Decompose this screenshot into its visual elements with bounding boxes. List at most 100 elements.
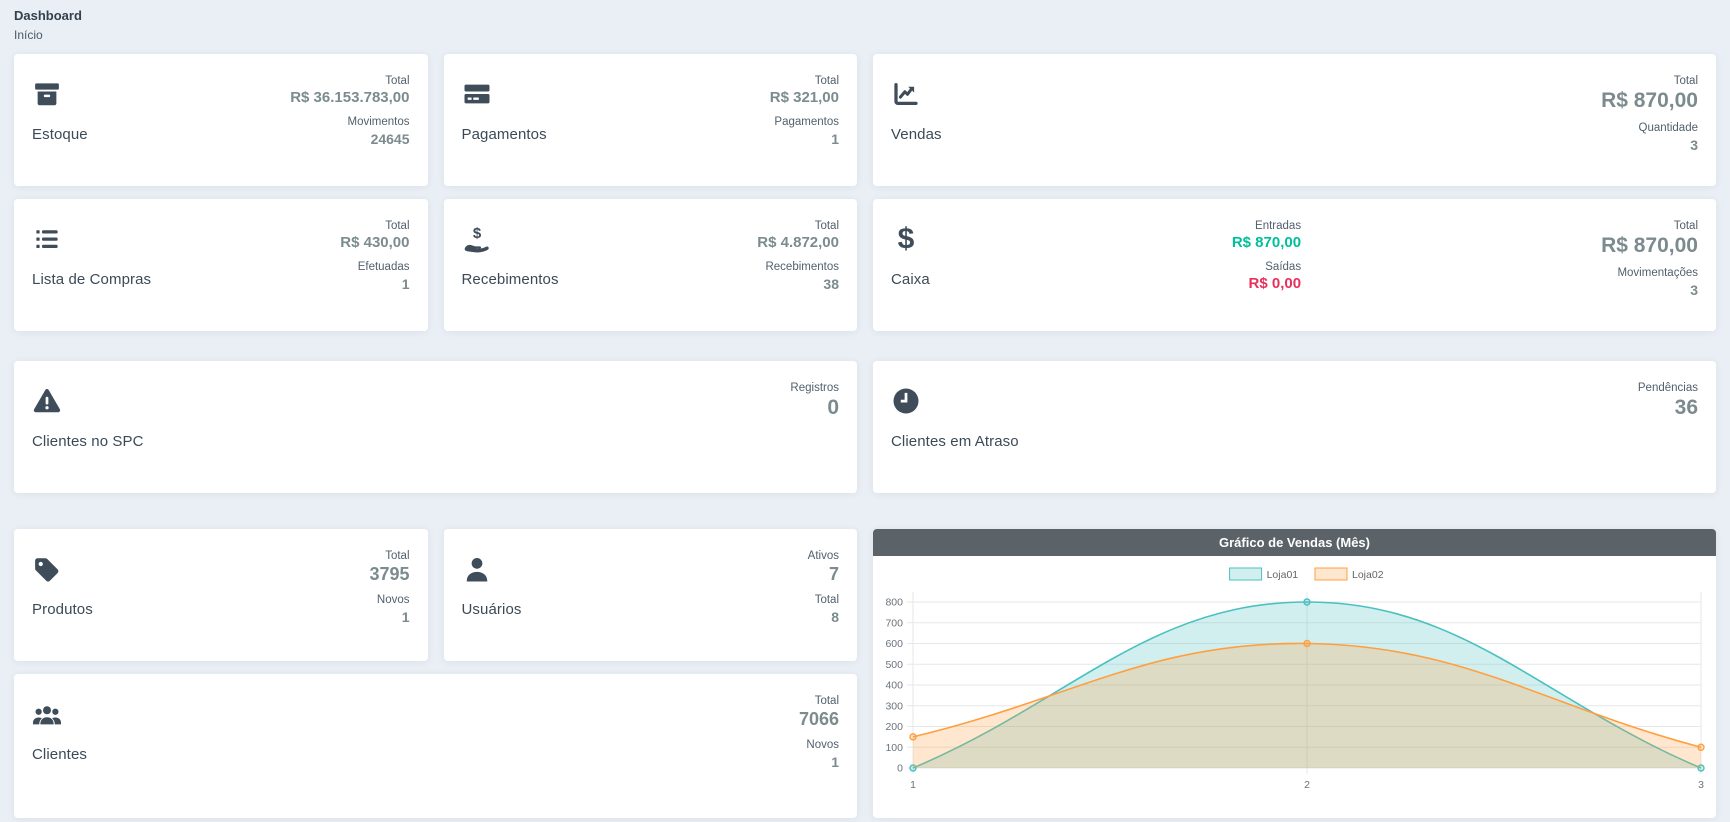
chart-line-icon bbox=[891, 79, 942, 109]
card-title: Lista de Compras bbox=[32, 271, 151, 288]
user-icon bbox=[462, 554, 522, 584]
users-group-icon bbox=[32, 699, 87, 729]
card-clientes-em-atraso: Clientes em Atraso Pendências36 bbox=[873, 361, 1716, 493]
sales-chart-canvas: 0100200300400500600700800123Loja01Loja02 bbox=[873, 556, 1716, 818]
stat-value: 7066 bbox=[799, 708, 839, 731]
card-lista-de-compras: Lista de Compras TotalR$ 430,00 Efetuada… bbox=[14, 199, 428, 331]
sales-chart: 0100200300400500600700800123Loja01Loja02 bbox=[873, 556, 1716, 818]
data-point-Loja02 bbox=[1304, 641, 1310, 647]
y-tick-label: 0 bbox=[897, 763, 903, 775]
stat-label: Registros bbox=[790, 381, 839, 395]
dollar-sign-icon: $ bbox=[891, 224, 930, 254]
stat-value: 7 bbox=[808, 563, 839, 586]
stat-label: Saídas bbox=[1232, 260, 1301, 274]
stat-value: R$ 4.872,00 bbox=[757, 233, 839, 253]
y-tick-label: 500 bbox=[885, 659, 903, 671]
svg-text:$: $ bbox=[472, 225, 481, 242]
sales-chart-title: Gráfico de Vendas (Mês) bbox=[873, 529, 1716, 556]
stats-grid-bottom: Produtos Total3795 Novos1 Usuários Ativo… bbox=[14, 529, 1716, 818]
card-clientes-no-spc: Clientes no SPC Registros0 bbox=[14, 361, 857, 493]
stats-grid-middle: Clientes no SPC Registros0 Clientes em A… bbox=[14, 361, 1716, 493]
stat-label: Total bbox=[799, 694, 839, 708]
stat-value: 1 bbox=[369, 607, 409, 627]
stat-label: Novos bbox=[369, 593, 409, 607]
tag-icon bbox=[32, 554, 93, 584]
card-title: Clientes no SPC bbox=[32, 433, 144, 450]
card-vendas: Vendas TotalR$ 870,00 Quantidade3 bbox=[873, 54, 1716, 186]
card-produtos: Produtos Total3795 Novos1 bbox=[14, 529, 428, 661]
data-point-Loja02 bbox=[1698, 744, 1704, 750]
card-title: Recebimentos bbox=[462, 271, 559, 288]
legend-swatch-Loja02[interactable] bbox=[1315, 568, 1347, 580]
y-tick-label: 300 bbox=[885, 700, 903, 712]
stat-label: Efetuadas bbox=[340, 260, 409, 274]
stat-value: R$ 321,00 bbox=[770, 88, 839, 108]
stat-value: 3 bbox=[1601, 135, 1698, 155]
card-title: Pagamentos bbox=[462, 126, 547, 143]
stat-value: 24645 bbox=[290, 129, 409, 149]
stat-label: Quantidade bbox=[1601, 121, 1698, 135]
y-tick-label: 100 bbox=[885, 742, 903, 754]
stat-label: Entradas bbox=[1232, 219, 1301, 233]
breadcrumb[interactable]: Início bbox=[14, 28, 1716, 42]
archive-box-icon bbox=[32, 79, 88, 109]
card-clientes: Clientes Total7066 Novos1 bbox=[14, 674, 857, 818]
stat-value: 1 bbox=[799, 752, 839, 772]
data-point-Loja02 bbox=[910, 734, 916, 740]
x-tick-label: 2 bbox=[1304, 779, 1310, 791]
stat-value: R$ 36.153.783,00 bbox=[290, 88, 409, 108]
stat-value: 36 bbox=[1638, 395, 1698, 421]
svg-text:$: $ bbox=[898, 224, 915, 254]
card-title: Usuários bbox=[462, 601, 522, 618]
card-title: Clientes em Atraso bbox=[891, 433, 1019, 450]
stat-value: 1 bbox=[340, 274, 409, 294]
stat-label: Total bbox=[290, 74, 409, 88]
stat-label: Total bbox=[1601, 219, 1698, 233]
stat-label: Total bbox=[808, 593, 839, 607]
x-tick-label: 1 bbox=[910, 779, 916, 791]
y-tick-label: 400 bbox=[885, 680, 903, 692]
list-icon bbox=[32, 224, 151, 254]
y-tick-label: 700 bbox=[885, 617, 903, 629]
card-estoque: Estoque TotalR$ 36.153.783,00 Movimentos… bbox=[14, 54, 428, 186]
card-title: Caixa bbox=[891, 271, 930, 288]
stat-value: 3 bbox=[1601, 280, 1698, 300]
data-point-Loja01 bbox=[1304, 599, 1310, 605]
stat-label: Total bbox=[757, 219, 839, 233]
x-tick-label: 3 bbox=[1698, 779, 1704, 791]
card-usuarios: Usuários Ativos7 Total8 bbox=[444, 529, 858, 661]
hand-holding-dollar-icon: $ bbox=[462, 224, 559, 254]
card-caixa: $ Caixa EntradasR$ 870,00 SaídasR$ 0,00 … bbox=[873, 199, 1716, 331]
stat-label: Ativos bbox=[808, 549, 839, 563]
stat-label: Movimentos bbox=[290, 115, 409, 129]
legend-swatch-Loja01[interactable] bbox=[1230, 568, 1262, 580]
stat-label: Novos bbox=[799, 738, 839, 752]
card-pagamentos: Pagamentos TotalR$ 321,00 Pagamentos1 bbox=[444, 54, 858, 186]
stat-label: Pendências bbox=[1638, 381, 1698, 395]
dashboard-page: Dashboard Início Estoque TotalR$ 36.153.… bbox=[0, 0, 1730, 818]
credit-card-icon bbox=[462, 79, 547, 109]
stat-value: 38 bbox=[757, 274, 839, 294]
stat-value: R$ 870,00 bbox=[1601, 88, 1698, 114]
stat-value-entradas: R$ 870,00 bbox=[1232, 233, 1301, 253]
stat-label: Recebimentos bbox=[757, 260, 839, 274]
stats-grid-top: Estoque TotalR$ 36.153.783,00 Movimentos… bbox=[14, 54, 1716, 331]
card-title: Vendas bbox=[891, 126, 942, 143]
stat-label: Total bbox=[770, 74, 839, 88]
stat-value: 3795 bbox=[369, 563, 409, 586]
y-tick-label: 800 bbox=[885, 597, 903, 609]
y-tick-label: 200 bbox=[885, 721, 903, 733]
card-recebimentos: $ Recebimentos TotalR$ 4.872,00 Recebime… bbox=[444, 199, 858, 331]
stat-label: Movimentações bbox=[1601, 266, 1698, 280]
legend-label-Loja01[interactable]: Loja01 bbox=[1267, 569, 1299, 581]
stat-value: 8 bbox=[808, 607, 839, 627]
stat-label: Total bbox=[1601, 74, 1698, 88]
stat-value: R$ 870,00 bbox=[1601, 233, 1698, 259]
clock-icon bbox=[891, 386, 1019, 416]
sales-chart-card: Gráfico de Vendas (Mês) 0 100 200 300 400 500… bbox=[873, 529, 1716, 818]
card-title: Produtos bbox=[32, 601, 93, 618]
legend-label-Loja02[interactable]: Loja02 bbox=[1352, 569, 1384, 581]
stat-value: 1 bbox=[770, 129, 839, 149]
card-title: Estoque bbox=[32, 126, 88, 143]
page-title: Dashboard bbox=[14, 8, 1716, 23]
